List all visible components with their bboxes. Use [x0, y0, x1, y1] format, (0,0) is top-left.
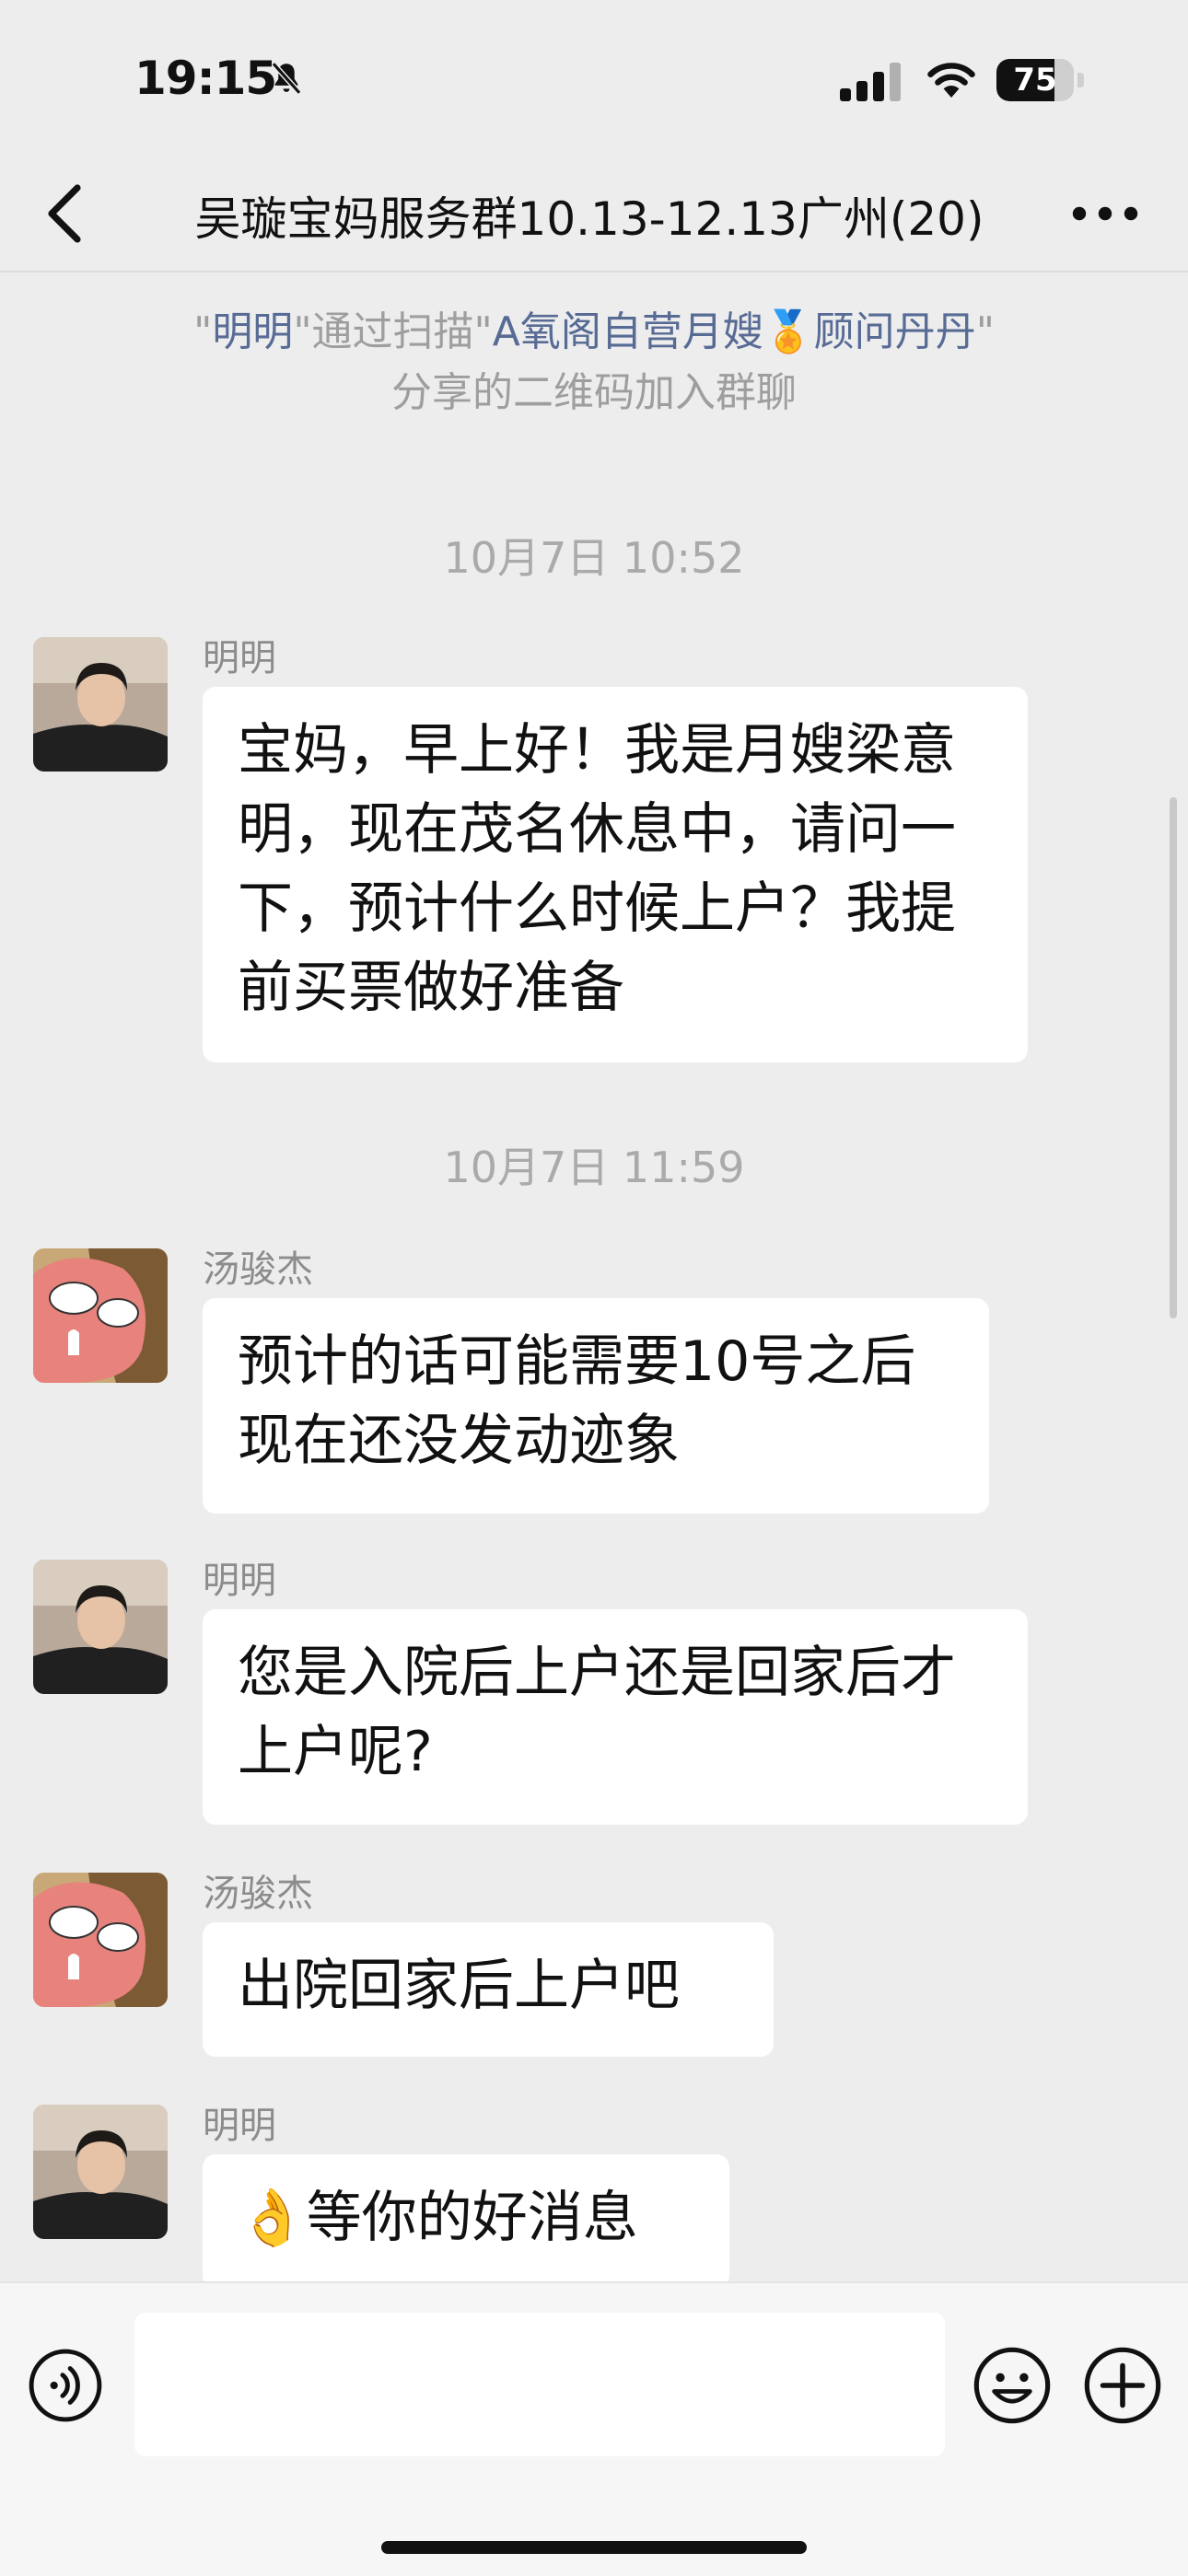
- notice-name-link[interactable]: 明明: [212, 308, 293, 355]
- timestamp: 10月7日 11:59: [443, 1143, 745, 1192]
- status-time: 19:15: [134, 52, 277, 105]
- avatar[interactable]: [33, 637, 168, 772]
- status-bar: 19:15 75: [0, 0, 1188, 157]
- sender-name: 明明: [203, 1560, 276, 1602]
- message-bubble[interactable]: 👌等你的好消息: [203, 2154, 729, 2289]
- avatar[interactable]: [33, 2105, 168, 2239]
- emoji-face-icon[interactable]: [973, 2346, 1052, 2425]
- home-indicator: [381, 2541, 807, 2554]
- message-bubble[interactable]: 您是入院后上户还是回家后才上户呢?: [203, 1609, 1028, 1825]
- input-bar: [0, 2281, 1188, 2576]
- message-bubble[interactable]: 预计的话可能需要10号之后现在还没发动迹象: [203, 1298, 989, 1514]
- notice-name-link[interactable]: A氧阁自营月嫂🏅顾问丹丹: [493, 308, 976, 355]
- voice-icon[interactable]: [28, 2348, 103, 2423]
- notice-text: "通过扫描": [293, 308, 493, 355]
- battery-indicator: 75: [996, 59, 1087, 101]
- battery-tip: [1077, 73, 1084, 87]
- quote: ": [193, 308, 213, 355]
- message-bubble[interactable]: 出院回家后上户吧: [203, 1922, 774, 2057]
- ok-hand-emoji: 👌: [238, 2186, 307, 2250]
- sender-name: 汤骏杰: [203, 1873, 313, 1915]
- system-notice: "明明"通过扫描"A氧阁自营月嫂🏅顾问丹丹" 分享的二维码加入群聊: [74, 302, 1114, 424]
- avatar[interactable]: [33, 1873, 168, 2007]
- avatar[interactable]: [33, 1560, 168, 1694]
- message-text: 等你的好消息: [306, 2186, 638, 2250]
- sender-name: 明明: [203, 637, 276, 679]
- scrollbar-thumb[interactable]: [1170, 797, 1177, 1318]
- chat-header: 吴璇宝妈服务群10.13-12.13广州(20): [0, 157, 1188, 273]
- chevron-left-icon[interactable]: [37, 180, 92, 247]
- ellipsis-icon[interactable]: [1068, 195, 1142, 232]
- chat-title[interactable]: 吴璇宝妈服务群10.13-12.13广州(20): [138, 182, 1041, 249]
- plus-circle-icon[interactable]: [1083, 2346, 1162, 2425]
- message-input[interactable]: [134, 2313, 945, 2456]
- system-notice-line1: "明明"通过扫描"A氧阁自营月嫂🏅顾问丹丹": [74, 302, 1114, 363]
- timestamp: 10月7日 10:52: [443, 533, 745, 583]
- cellular-signal-icon: [840, 63, 901, 101]
- avatar[interactable]: [33, 1248, 168, 1383]
- wifi-icon: [927, 63, 975, 98]
- quote: ": [975, 308, 995, 355]
- sender-name: 明明: [203, 2105, 276, 2147]
- system-notice-line2: 分享的二维码加入群聊: [391, 369, 797, 416]
- bell-slash-icon: [271, 62, 302, 95]
- battery-level: 75: [1013, 62, 1057, 99]
- message-bubble[interactable]: 宝妈，早上好！我是月嫂梁意明，现在茂名休息中，请问一下，预计什么时候上户？我提前…: [203, 687, 1028, 1062]
- sender-name: 汤骏杰: [203, 1248, 313, 1291]
